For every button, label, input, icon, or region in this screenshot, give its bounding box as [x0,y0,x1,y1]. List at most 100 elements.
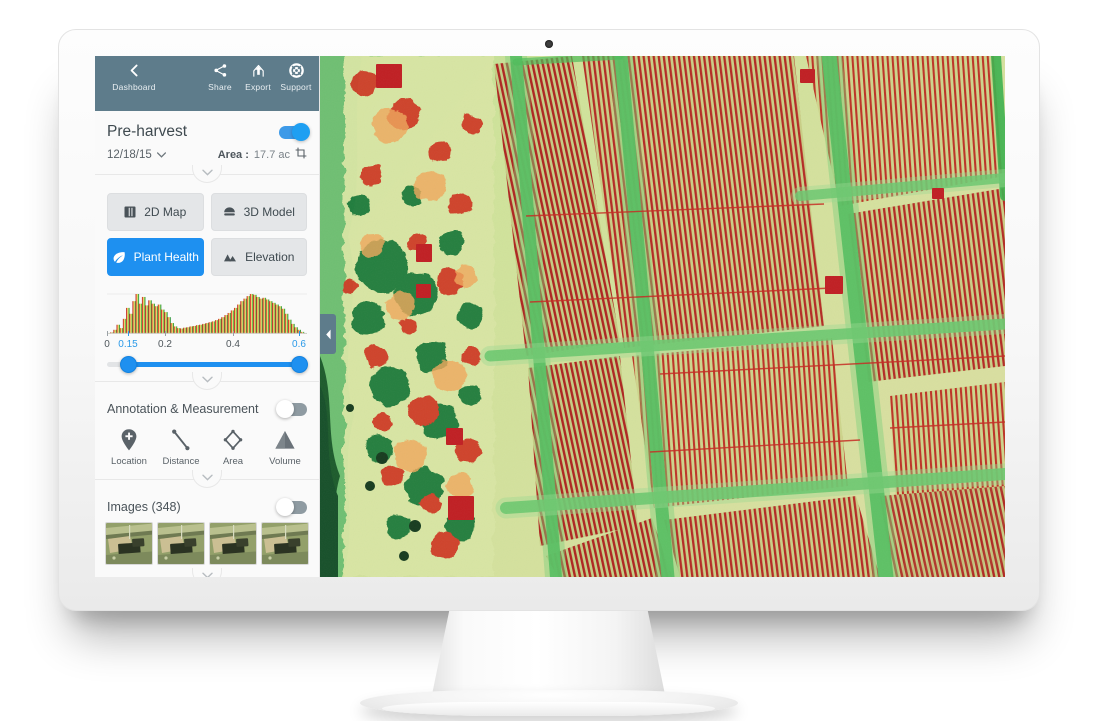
collapse-section-3-button[interactable] [192,470,222,488]
mode-label-2d-map: 2D Map [144,205,186,219]
mode-button-elevation[interactable]: Elevation [211,238,308,276]
tool-location-label: Location [111,456,147,467]
share-icon [213,62,228,79]
histogram-tick-label: 0.15 [118,339,137,350]
screenshot-scene: Dashboard [0,0,1097,721]
webcam-icon [545,40,553,48]
histogram-tick-mark [299,331,300,336]
collapse-section-4-button[interactable] [192,568,222,577]
histogram-chart [107,290,307,334]
share-label: Share [208,82,232,92]
annotation-tools: Location Distance [95,420,319,477]
thumbnail-4[interactable] [261,522,309,565]
mode-button-3d-model[interactable]: 3D Model [211,193,308,231]
app-window: Dashboard [95,56,1005,577]
area-readout: Area : 17.7 ac [218,147,307,162]
tool-location[interactable]: Location [104,424,154,467]
export-button[interactable]: Export [239,56,277,92]
lifebuoy-icon [289,62,304,79]
slider-track[interactable] [107,362,307,367]
area-polygon-icon [222,424,244,452]
ndvi-orthomosaic [320,56,1005,577]
layer-visibility-toggle[interactable] [279,126,307,139]
section-divider-2 [95,381,319,392]
page-title: Pre-harvest [107,123,187,141]
thumbnail-2[interactable] [157,522,205,565]
mode-button-plant-health[interactable]: Plant Health [107,238,204,276]
crop-icon[interactable] [295,147,307,162]
collapse-section-1-button[interactable] [192,165,222,183]
histogram-tick-mark [128,331,129,336]
toggle-knob [276,400,294,418]
toolbar-actions: Share Export [201,56,315,92]
mode-button-2d-map[interactable]: 2D Map [107,193,204,231]
map-panel-collapse-button[interactable] [320,314,336,354]
mountain-icon [223,252,237,263]
date-value: 12/18/15 [107,149,152,161]
volume-cone-icon [273,424,297,452]
dashboard-label: Dashboard [112,82,155,92]
ndvi-range-slider[interactable] [95,352,319,369]
section-divider-3 [95,479,319,490]
location-pin-icon [120,424,138,452]
toggle-knob [292,123,310,141]
leaf-icon [112,251,126,264]
top-toolbar: Dashboard [95,56,319,111]
collapse-section-2-button[interactable] [192,372,222,390]
sidebar-panel: Dashboard [95,56,320,577]
ndvi-histogram: 00.150.20.40.6 [95,286,319,352]
mode-label-plant-health: Plant Health [134,250,199,264]
export-label: Export [245,82,271,92]
chevron-down-icon [157,149,166,161]
chevron-left-icon [325,329,332,340]
map-icon [124,206,136,218]
images-toggle[interactable] [279,501,307,514]
thumbnail-1[interactable] [105,522,153,565]
date-dropdown[interactable]: 12/18/15 [107,149,166,161]
histogram-tick-label: 0.4 [226,339,240,350]
monitor-stand-neck [431,610,667,702]
histogram-bars [107,294,307,334]
tool-volume[interactable]: Volume [260,424,310,467]
annotation-toggle[interactable] [279,403,307,416]
project-title-row: Pre-harvest [95,111,319,143]
slider-handle-max[interactable] [291,356,308,373]
tool-volume-label: Volume [269,456,301,467]
area-value: 17.7 ac [254,149,290,161]
area-label: Area : [218,149,249,161]
view-mode-buttons: 2D Map 3D Model Plant He [95,185,319,286]
map-viewport[interactable] [320,56,1005,577]
tool-area-label: Area [223,456,243,467]
histogram-tick-mark [165,331,166,336]
section-divider-1 [95,174,319,185]
histogram-tick-mark [233,331,234,336]
slider-fill [128,362,299,367]
histogram-tick-label: 0.6 [292,339,306,350]
upload-icon [251,62,266,79]
share-button[interactable]: Share [201,56,239,92]
support-button[interactable]: Support [277,56,315,92]
monitor-bezel: Dashboard [58,29,1040,611]
distance-line-icon [170,424,192,452]
images-title: Images (348) [107,500,181,514]
histogram-tick-label: 0 [104,339,110,350]
histogram-tick-mark [107,331,108,336]
tool-distance[interactable]: Distance [156,424,206,467]
mode-label-3d-model: 3D Model [244,205,295,219]
support-label: Support [280,82,311,92]
monitor-screen: Dashboard [95,56,1005,577]
back-arrow-icon [128,62,141,79]
cube-icon [223,206,236,219]
image-thumbnail-strip [95,518,319,575]
tool-area[interactable]: Area [208,424,258,467]
annotation-title: Annotation & Measurement [107,402,258,416]
monitor-stand-base [360,690,738,716]
histogram-axis: 00.150.20.40.6 [107,334,307,352]
images-header: Images (348) [95,490,319,518]
thumbnail-3[interactable] [209,522,257,565]
annotation-header: Annotation & Measurement [95,392,319,420]
dashboard-back-button[interactable]: Dashboard [103,56,165,92]
slider-handle-min[interactable] [120,356,137,373]
toggle-knob [276,498,294,516]
tool-distance-label: Distance [163,456,200,467]
